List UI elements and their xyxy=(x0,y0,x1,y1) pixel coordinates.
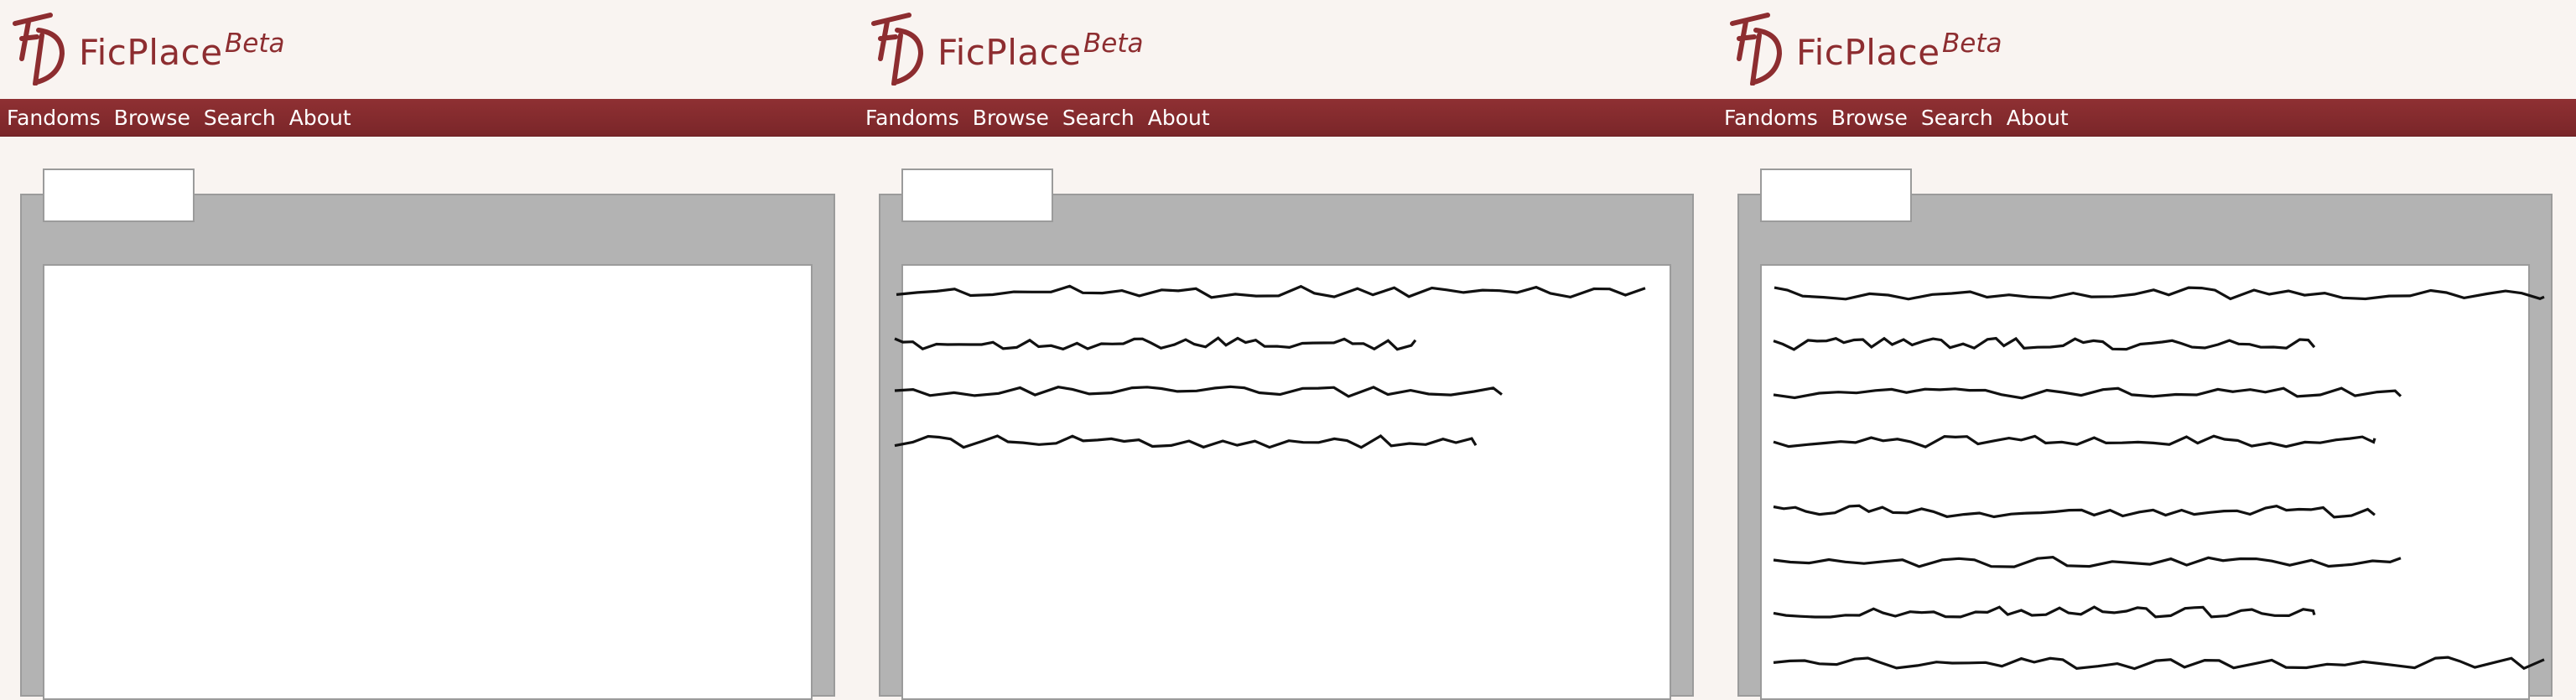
nav-fandoms[interactable]: Fandoms xyxy=(1724,106,1818,130)
main-nav: Fandoms Browse Search About xyxy=(7,104,351,131)
beta-badge: Beta xyxy=(1942,29,2002,59)
main-nav: Fandoms Browse Search About xyxy=(865,104,1210,131)
beta-badge: Beta xyxy=(225,29,285,59)
brand-name: FicPlace xyxy=(79,32,223,73)
content-tab[interactable] xyxy=(1760,169,1912,222)
ficplace-logo-icon xyxy=(1730,13,1783,86)
content-sheet xyxy=(1760,264,2530,700)
screen-panel-1: FicPlace Beta Fandoms Browse Search Abou… xyxy=(0,0,859,700)
screen-panel-3: FicPlace Beta Fandoms Browse Search Abou… xyxy=(1717,0,2576,700)
nav-fandoms[interactable]: Fandoms xyxy=(865,106,959,130)
content-sheet xyxy=(43,264,813,700)
screen-panel-2: FicPlace Beta Fandoms Browse Search Abou… xyxy=(859,0,1717,700)
ficplace-logo-icon xyxy=(13,13,65,86)
brand-name: FicPlace xyxy=(937,32,1082,73)
nav-browse[interactable]: Browse xyxy=(973,106,1049,130)
nav-browse[interactable]: Browse xyxy=(1831,106,1908,130)
nav-fandoms[interactable]: Fandoms xyxy=(7,106,101,130)
nav-browse[interactable]: Browse xyxy=(114,106,190,130)
nav-about[interactable]: About xyxy=(2007,106,2069,130)
ficplace-logo-icon xyxy=(871,13,924,86)
content-sheet xyxy=(901,264,1671,700)
nav-search[interactable]: Search xyxy=(1062,106,1135,130)
beta-badge: Beta xyxy=(1083,29,1144,59)
nav-about[interactable]: About xyxy=(289,106,351,130)
nav-search[interactable]: Search xyxy=(204,106,276,130)
nav-search[interactable]: Search xyxy=(1921,106,1993,130)
content-tab[interactable] xyxy=(43,169,195,222)
content-tab[interactable] xyxy=(901,169,1053,222)
brand-name: FicPlace xyxy=(1796,32,1940,73)
nav-about[interactable]: About xyxy=(1148,106,1210,130)
main-nav: Fandoms Browse Search About xyxy=(1724,104,2069,131)
